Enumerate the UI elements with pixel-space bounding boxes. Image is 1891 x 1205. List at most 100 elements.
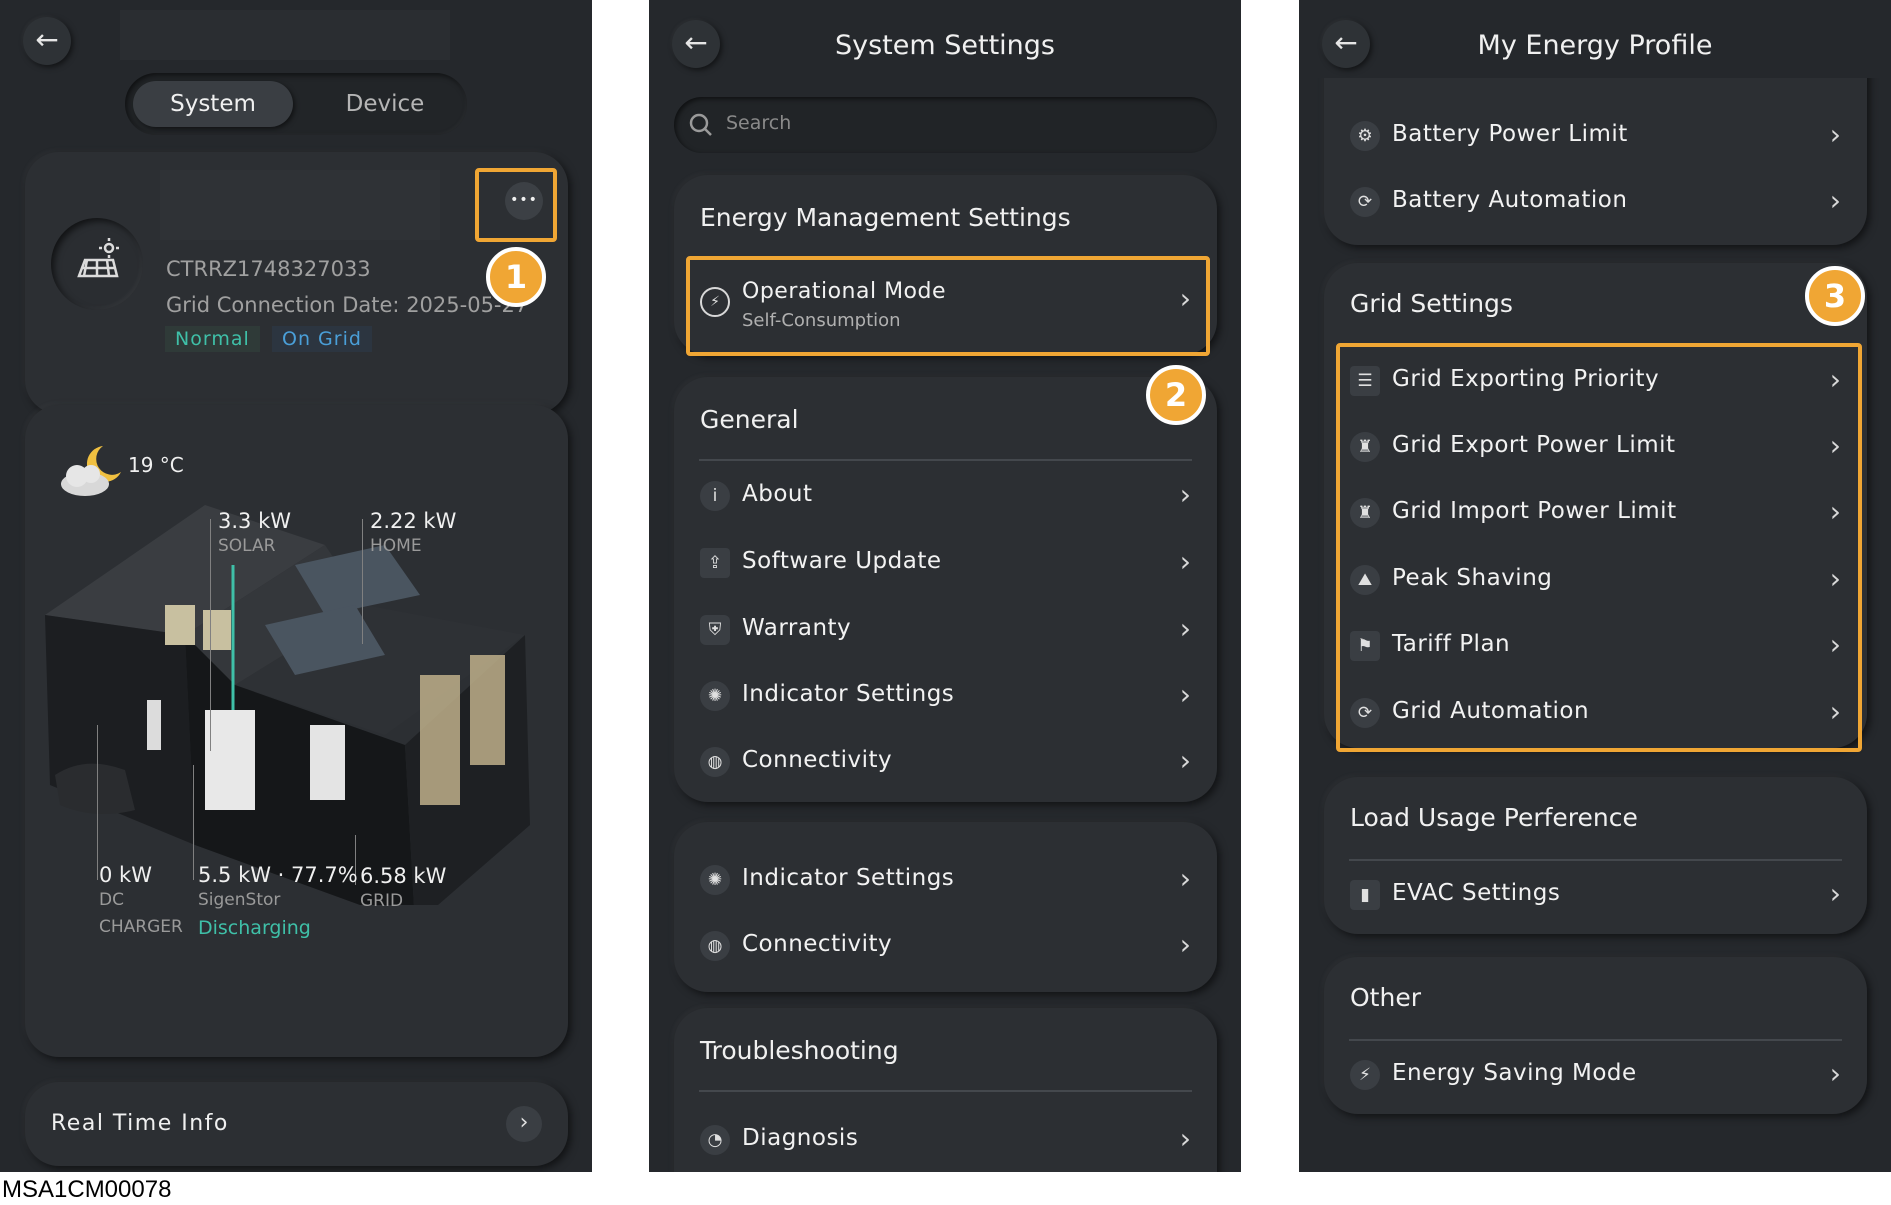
other-title: Other (1350, 983, 1421, 1012)
charger-value: 0 kW (99, 863, 152, 887)
settings-item-battery-power-limit[interactable]: ⚙ Battery Power Limit › (1324, 108, 1867, 164)
figure-caption: MSA1CM00078 (2, 1176, 172, 1203)
chevron-right-icon: › (1179, 1122, 1191, 1155)
callout-2: 2 (1146, 365, 1206, 425)
chevron-right-icon: › (1179, 545, 1191, 578)
system-device-toggle: System Device (125, 73, 467, 135)
settings-item-warranty[interactable]: ⛨ Warranty › (674, 602, 1217, 658)
diagnosis-icon: ◔ (700, 1125, 730, 1155)
grid-settings-title: Grid Settings (1350, 289, 1513, 318)
battery-leader (193, 765, 194, 880)
serial-number: CTRRZ1748327033 (166, 257, 371, 281)
system-settings-screen: ← System Settings Search Energy Manageme… (649, 0, 1241, 1172)
divider (699, 459, 1192, 461)
home-leader (362, 519, 363, 644)
search-input[interactable]: Search (674, 97, 1217, 153)
settings-item-energy-saving[interactable]: ⚡ Energy Saving Mode › (1324, 1047, 1867, 1103)
page-title: My Energy Profile (1477, 30, 1713, 61)
general-title: General (700, 405, 799, 434)
software-update-label: Software Update (742, 548, 942, 574)
divider (699, 1090, 1192, 1092)
divider (1349, 859, 1842, 861)
connectivity-label: Connectivity (742, 747, 893, 773)
house-illustration (45, 505, 530, 905)
chevron-right-icon: › (1179, 678, 1191, 711)
back-button[interactable]: ← (23, 17, 71, 65)
connectivity-label: Connectivity (742, 931, 893, 957)
settings-item-battery-automation[interactable]: ⟳ Battery Automation › (1324, 174, 1867, 230)
page-title: System Settings (834, 30, 1055, 61)
other-card: Other ⚡ Energy Saving Mode › (1324, 957, 1867, 1114)
settings-item-connectivity[interactable]: ◍ Connectivity › (674, 734, 1217, 790)
battery-label: SigenStor (198, 890, 281, 910)
automation-icon: ⟳ (1350, 187, 1380, 217)
about-label: About (742, 481, 813, 507)
chevron-right-icon: › (1179, 612, 1191, 645)
divider (1349, 1039, 1842, 1041)
settings-item-about[interactable]: i About › (674, 468, 1217, 524)
general-card: General i About › ⇪ Software Update › ⛨ … (674, 377, 1217, 802)
energy-flow-card: 19 °C 3.3 kW SOLAR 2.22 kW HOME 0 kW DC … (25, 405, 568, 1057)
highlight-operational-mode (686, 256, 1210, 356)
load-usage-card: Load Usage Perference ▮ EVAC Settings › (1324, 777, 1867, 934)
settings-item-connectivity-2[interactable]: ◍ Connectivity › (674, 918, 1217, 974)
solar-leader (210, 519, 211, 751)
system-avatar (51, 218, 143, 310)
battery-value: 5.5 kW · 77.7% (198, 863, 358, 887)
extra-settings-card: ✺ Indicator Settings › ◍ Connectivity › (674, 822, 1217, 992)
energy-profile-screen: ⚙ Battery Power Limit › ⟳ Battery Automa… (1299, 0, 1891, 1172)
settings-item-software-update[interactable]: ⇪ Software Update › (674, 535, 1217, 591)
home-label: HOME (370, 536, 422, 556)
chevron-right-icon: › (1179, 928, 1191, 961)
grid-label: GRID (360, 891, 404, 911)
chevron-right-icon: › (1179, 744, 1191, 777)
callout-3: 3 (1805, 266, 1865, 326)
status-badge-normal: Normal (165, 326, 260, 352)
diagnosis-label: Diagnosis (742, 1125, 859, 1151)
indicator-settings-label: Indicator Settings (742, 865, 955, 891)
settings-item-indicator[interactable]: ✺ Indicator Settings › (674, 668, 1217, 724)
load-usage-title: Load Usage Perference (1350, 803, 1638, 832)
settings-item-evac[interactable]: ▮ EVAC Settings › (1324, 867, 1867, 923)
settings-item-diagnosis[interactable]: ◔ Diagnosis › (674, 1112, 1217, 1168)
settings-item-indicator-2[interactable]: ✺ Indicator Settings › (674, 852, 1217, 908)
chevron-right-icon: › (1829, 1057, 1841, 1090)
tab-system[interactable]: System (133, 81, 293, 127)
highlight-grid-settings (1336, 343, 1862, 752)
globe-icon: ◍ (700, 931, 730, 961)
warranty-icon: ⛨ (700, 615, 730, 645)
header: ← My Energy Profile (1299, 0, 1891, 78)
evac-settings-label: EVAC Settings (1392, 880, 1561, 906)
back-arrow-icon: ← (35, 23, 59, 56)
energy-management-title: Energy Management Settings (700, 203, 1071, 232)
tab-device[interactable]: Device (315, 81, 455, 127)
temperature: 19 °C (128, 453, 184, 477)
charger-label-dc: DC (99, 890, 124, 910)
globe-icon: ◍ (700, 747, 730, 777)
solar-panel-icon (77, 238, 119, 278)
troubleshooting-title: Troubleshooting (700, 1036, 899, 1065)
serial-placeholder (160, 170, 440, 240)
chevron-right-icon: › (1829, 877, 1841, 910)
indicator-settings-label: Indicator Settings (742, 681, 955, 707)
lightbulb-icon: ✺ (700, 681, 730, 711)
gear-icon: ⚙ (1350, 121, 1380, 151)
charger-leader (97, 725, 98, 880)
real-time-info-label: Real Time Info (51, 1111, 229, 1136)
chevron-right-icon: › (1179, 478, 1191, 511)
callout-1: 1 (486, 247, 546, 307)
info-icon: i (700, 481, 730, 511)
solar-value: 3.3 kW (218, 509, 291, 533)
real-time-info-button[interactable]: Real Time Info › (25, 1082, 568, 1166)
chevron-right-icon: › (1829, 118, 1841, 151)
search-icon (689, 113, 712, 136)
update-icon: ⇪ (700, 548, 730, 578)
ev-charger-icon: ▮ (1350, 880, 1380, 910)
highlight-more-options (475, 168, 557, 242)
warranty-label: Warranty (742, 615, 852, 641)
chevron-right-icon: › (506, 1106, 542, 1142)
lightbulb-icon: ✺ (700, 865, 730, 895)
charger-label: CHARGER (99, 917, 183, 937)
chevron-right-icon: › (1179, 862, 1191, 895)
battery-state: Discharging (198, 917, 311, 939)
